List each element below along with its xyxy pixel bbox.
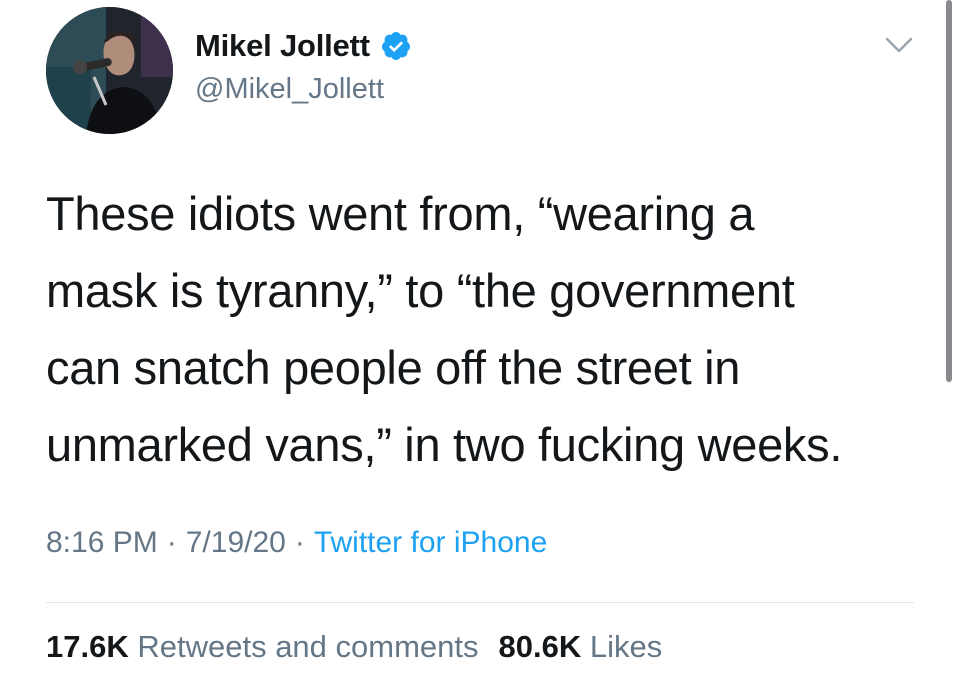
tweet-date[interactable]: 7/19/20 <box>186 526 286 559</box>
chevron-down-icon[interactable] <box>883 34 915 58</box>
avatar[interactable] <box>46 7 173 134</box>
verified-badge-icon <box>380 30 412 62</box>
likes-stat[interactable]: 80.6K Likes <box>499 629 663 664</box>
author-name-row: Mikel Jollett <box>195 24 412 68</box>
retweets-stat[interactable]: 17.6K Retweets and comments <box>46 629 479 664</box>
tweet-time[interactable]: 8:16 PM <box>46 526 158 559</box>
divider <box>46 602 914 603</box>
profile-photo-icon <box>46 7 173 134</box>
tweet-text: These idiots went from, “wearing a mask … <box>46 187 843 471</box>
meta-separator: · <box>294 526 305 559</box>
scrollbar[interactable] <box>946 0 952 382</box>
retweets-count: 17.6K <box>46 629 129 664</box>
author-display-name[interactable]: Mikel Jollett <box>195 28 370 64</box>
retweets-label: Retweets and comments <box>137 629 479 664</box>
likes-label: Likes <box>589 629 663 664</box>
author-handle[interactable]: @Mikel_Jollett <box>195 73 384 106</box>
likes-count: 80.6K <box>498 629 582 664</box>
tweet-meta: 8:16 PM · 7/19/20 · Twitter for iPhone <box>46 526 547 560</box>
tweet-stats: 17.6K Retweets and comments 80.6K Likes <box>46 629 662 665</box>
tweet-source-link[interactable]: Twitter for iPhone <box>314 526 547 559</box>
meta-separator: · <box>166 526 177 559</box>
